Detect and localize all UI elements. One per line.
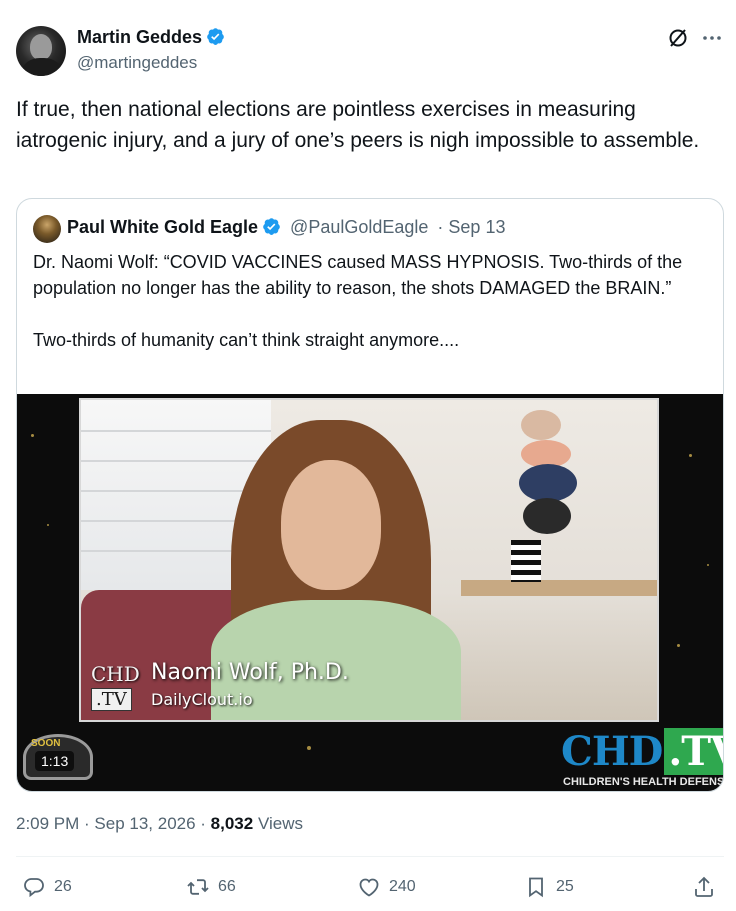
quoted-date: · Sep 13 [437, 217, 506, 237]
video-duration: 1:13 [35, 751, 75, 771]
bookmark-button[interactable]: 25 [524, 874, 574, 900]
video-person-face [281, 460, 381, 590]
lower-third-chd: CHD [91, 662, 140, 686]
repost-count: 66 [218, 878, 236, 895]
verified-badge-icon [263, 218, 280, 235]
like-count: 240 [389, 878, 416, 895]
share-icon [695, 876, 713, 897]
background-sparkle [31, 434, 34, 437]
tweet-meta: 2:09 PM · Sep 13, 2026 · 8,032 Views [16, 814, 303, 834]
video-player[interactable]: CHD Naomi Wolf, Ph.D. .TV DailyClout.io … [17, 394, 724, 791]
video-shelf [461, 580, 657, 596]
like-icon [359, 878, 379, 897]
like-button[interactable]: 240 [357, 874, 416, 900]
logo-subtitle: CHILDREN'S HEALTH DEFENSE [563, 776, 724, 788]
soon-badge-text: SOON [31, 738, 61, 749]
quoted-tweet[interactable]: Paul White Gold Eagle @PaulGoldEagle · S… [16, 198, 724, 792]
repost-button[interactable]: 66 [186, 874, 236, 900]
logo-chd: CHD [561, 728, 663, 775]
author-name-row[interactable]: Martin Geddes [77, 27, 225, 48]
lower-third-tv: .TV [91, 688, 132, 711]
quoted-header: Paul White Gold Eagle @PaulGoldEagle · S… [67, 217, 505, 238]
tweet-timestamp[interactable]: 2:09 PM · Sep 13, 2026 · [16, 814, 211, 833]
background-sparkle [689, 454, 692, 457]
video-wall-art [501, 400, 621, 540]
avatar-head [30, 34, 52, 60]
quoted-author-name[interactable]: Paul White Gold Eagle [67, 217, 258, 237]
bookmark-count: 25 [556, 878, 574, 895]
author-name[interactable]: Martin Geddes [77, 27, 202, 47]
chd-tv-logo: CHD.TV [561, 728, 723, 775]
background-sparkle [47, 524, 49, 526]
reply-icon [24, 878, 44, 898]
author-avatar[interactable] [16, 26, 66, 76]
more-icon[interactable] [700, 26, 724, 50]
video-vase [511, 540, 541, 582]
author-handle[interactable]: @martingeddes [77, 53, 197, 73]
quoted-author-handle[interactable]: @PaulGoldEagle [290, 217, 428, 237]
grok-icon[interactable] [666, 26, 690, 50]
repost-icon [187, 879, 209, 895]
quoted-author-avatar[interactable] [33, 215, 61, 243]
lower-third-site: DailyClout.io [151, 690, 253, 709]
verified-badge-icon [207, 28, 224, 45]
logo-tv: .TV [664, 728, 723, 775]
tweet-text: If true, then national elections are poi… [16, 98, 700, 152]
views-label: Views [253, 814, 303, 833]
reply-button[interactable]: 26 [22, 874, 72, 900]
lower-third-name: Naomi Wolf, Ph.D. [151, 660, 349, 685]
background-sparkle [307, 746, 311, 750]
avatar-body [22, 58, 62, 76]
divider [16, 856, 724, 857]
reply-count: 26 [54, 878, 72, 895]
share-button[interactable] [692, 874, 716, 900]
background-sparkle [677, 644, 680, 647]
bookmark-icon [529, 877, 543, 898]
video-frame: CHD Naomi Wolf, Ph.D. .TV DailyClout.io [79, 398, 659, 722]
background-sparkle [707, 564, 709, 566]
quoted-text: Dr. Naomi Wolf: “COVID VACCINES caused M… [33, 252, 683, 350]
views-count: 8,032 [210, 814, 254, 833]
